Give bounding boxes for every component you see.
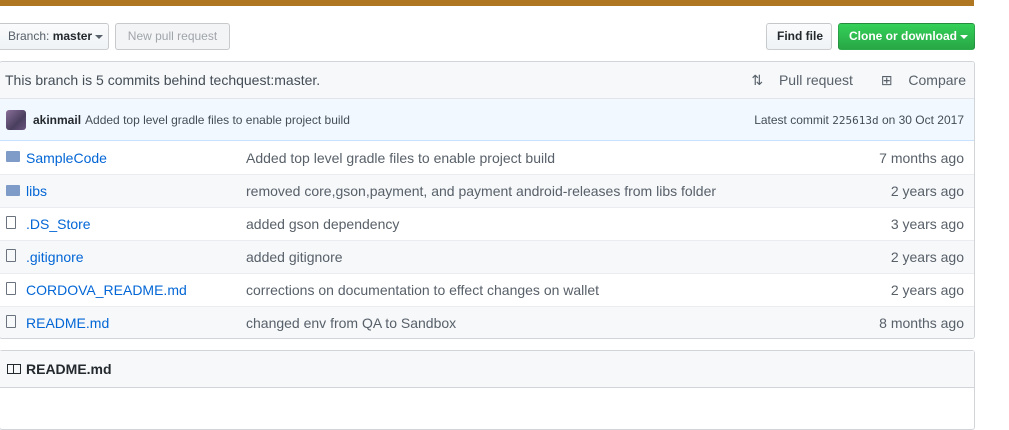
commit-age: 3 years ago [890,216,964,232]
branch-label: Branch: [8,29,50,43]
compare-label: Compare [908,71,966,88]
file-row: SampleCode Added top level gradle files … [0,141,974,174]
branch-value: master [52,29,93,43]
latest-commit-label: Latest commit [754,112,829,127]
folder-icon [6,150,26,165]
commit-message-link[interactable]: Added top level gradle files to enable p… [246,150,854,166]
commit-message-link[interactable]: removed core,gson,payment, and payment a… [246,183,854,199]
caret-down-icon [95,34,104,39]
file-row: README.md changed env from QA to Sandbox… [0,306,974,338]
commit-message-link[interactable]: Added top level gradle files to enable p… [85,113,350,127]
compare-link[interactable]: ⊞ Compare [869,72,966,88]
file-row: .DS_Store added gson dependency 3 years … [0,207,974,240]
file-listing: This branch is 5 commits behind techques… [0,61,975,339]
caret-down-icon [960,34,968,39]
file-icon [6,216,26,232]
commit-age: 2 years ago [890,183,964,199]
file-name-link[interactable]: README.md [26,315,246,331]
latest-commit-info: Latest commit 225613d on 30 Oct 2017 [754,113,964,127]
file-icon [6,249,26,265]
file-name-link[interactable]: .DS_Store [26,216,246,232]
commit-message-link[interactable]: changed env from QA to Sandbox [246,315,854,331]
branch-status-text: This branch is 5 commits behind techques… [5,72,321,88]
clone-label: Clone or download [849,29,957,43]
file-row: CORDOVA_README.md corrections on documen… [0,273,974,306]
file-name-link[interactable]: SampleCode [26,150,246,166]
file-row: .gitignore added gitignore 2 years ago [0,240,974,273]
commit-age: 8 months ago [879,315,964,331]
commit-age: 2 years ago [890,282,964,298]
book-icon [7,364,21,374]
commit-age: 2 years ago [890,249,964,265]
avatar[interactable] [6,109,26,130]
folder-icon [6,184,26,199]
commit-date: on 30 Oct 2017 [881,112,964,127]
repo-header-bar [0,0,974,6]
commit-message-link[interactable]: corrections on documentation to effect c… [246,282,854,298]
readme-panel: README.md [0,350,975,430]
file-name-link[interactable]: .gitignore [26,249,246,265]
clone-or-download-button[interactable]: Clone or download [838,23,975,50]
readme-title: README.md [26,361,112,377]
file-icon [6,315,26,331]
latest-commit-bar: akinmail Added top level gradle files to… [0,99,974,141]
readme-header: README.md [0,351,974,388]
branch-select-button[interactable]: Branch: master [0,23,109,50]
file-name-link[interactable]: libs [26,183,246,199]
file-icon [6,282,26,298]
commit-message-link[interactable]: added gson dependency [246,216,854,232]
diff-icon: ⊞ [880,71,893,88]
find-file-button[interactable]: Find file [766,23,832,50]
file-name-link[interactable]: CORDOVA_README.md [26,282,246,298]
git-pull-request-icon: ⇅ [751,71,764,88]
new-pull-request-button[interactable]: New pull request [115,23,230,50]
commit-author-link[interactable]: akinmail [33,113,81,127]
file-row: libs removed core,gson,payment, and paym… [0,174,974,207]
pull-request-link[interactable]: ⇅ Pull request [739,72,853,88]
branch-info-bar: This branch is 5 commits behind techques… [0,62,974,99]
commit-message-link[interactable]: added gitignore [246,249,854,265]
commit-sha-link[interactable]: 225613d [832,114,878,127]
commit-age: 7 months ago [879,149,964,166]
pull-request-label: Pull request [778,71,853,88]
